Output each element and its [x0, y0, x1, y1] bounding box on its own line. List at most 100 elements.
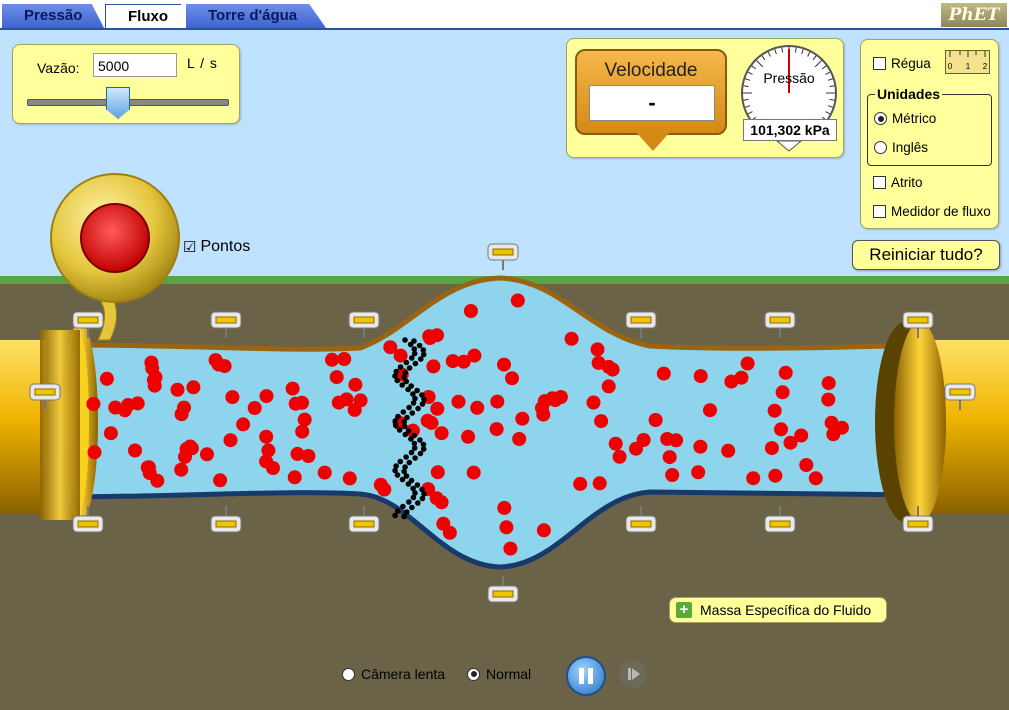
- tab-pressao[interactable]: Pressão: [2, 4, 104, 28]
- water-particle: [87, 445, 102, 460]
- water-particle: [148, 370, 163, 385]
- water-particle: [442, 525, 457, 540]
- step-button[interactable]: [619, 660, 647, 688]
- water-particle: [470, 400, 485, 415]
- dots-option[interactable]: ☑ Pontos: [183, 238, 250, 256]
- metric-label: Métrico: [892, 111, 937, 126]
- water-particle: [612, 449, 627, 464]
- tab-pressao-label: Pressão: [24, 7, 83, 24]
- tab-bar: Pressão Fluxo Torre d'água PhET: [0, 0, 1009, 30]
- flow-rate-slider-thumb[interactable]: [106, 87, 130, 119]
- pause-icon: [579, 668, 593, 684]
- left-pipe-end[interactable]: [0, 322, 98, 522]
- tracer-dot: [400, 503, 406, 510]
- tab-torre-dagua[interactable]: Torre d'água: [186, 4, 326, 28]
- water-particle: [826, 427, 841, 442]
- water-particle: [103, 426, 118, 441]
- velocity-pointer: [635, 131, 671, 151]
- water-particle: [505, 371, 519, 386]
- flux-meter-option[interactable]: Medidor de fluxo: [873, 204, 991, 219]
- water-particle: [225, 390, 240, 405]
- water-particle: [383, 340, 398, 355]
- water-particle: [183, 439, 198, 454]
- water-particle: [767, 403, 782, 418]
- water-particle: [429, 491, 444, 506]
- water-particle: [339, 392, 354, 407]
- water-particle: [662, 450, 677, 465]
- dots-checkbox[interactable]: ☑: [183, 238, 196, 256]
- options-panel: Régua 0 1 2 Unidades Métrico Inglês Atri…: [860, 39, 999, 229]
- water-particle: [503, 541, 518, 556]
- tracer-dot: [412, 360, 419, 367]
- water-particle: [740, 356, 755, 371]
- friction-label: Atrito: [891, 175, 923, 190]
- water-particle: [499, 520, 514, 535]
- tracer-dot: [412, 455, 418, 461]
- tracer-dot: [417, 437, 423, 443]
- tracer-dot: [409, 355, 415, 361]
- tracer-dot: [393, 422, 399, 429]
- flow-rate-unit: L / s: [187, 55, 218, 71]
- tracer-dot: [399, 476, 406, 483]
- water-particle: [636, 433, 651, 447]
- pressure-gauge[interactable]: Pressão 101,302 kPa: [739, 43, 839, 155]
- flux-meter-label: Medidor de fluxo: [891, 204, 991, 219]
- pause-button[interactable]: [566, 656, 606, 696]
- velocity-sensor[interactable]: Velocidade -: [575, 49, 727, 135]
- water-particle: [423, 331, 437, 345]
- water-particle: [128, 443, 142, 458]
- tab-fluxo[interactable]: Fluxo: [105, 4, 191, 28]
- water-particle: [434, 426, 449, 441]
- tracer-dot: [420, 446, 427, 452]
- tracer-dot: [405, 481, 412, 487]
- water-particle: [693, 369, 708, 384]
- flow-rate-input[interactable]: 5000: [93, 53, 177, 77]
- units-metric-option[interactable]: Métrico: [874, 111, 936, 126]
- tracer-dot: [406, 499, 412, 505]
- water-particle: [794, 428, 809, 443]
- pressure-gauge-readout: 101,302 kPa: [743, 119, 837, 141]
- water-particle: [348, 377, 363, 392]
- water-particle: [108, 400, 123, 415]
- tracer-dot: [410, 494, 417, 501]
- tracer-dot: [416, 342, 423, 349]
- slow-motion-radio[interactable]: [342, 667, 355, 681]
- water-particle: [553, 390, 568, 404]
- ruler-label: Régua: [891, 56, 931, 71]
- fluid-density-button[interactable]: + Massa Específica do Fluido: [669, 597, 887, 623]
- tracer-dot: [403, 454, 409, 460]
- water-particle: [430, 465, 445, 480]
- water-particle: [691, 465, 706, 480]
- water-particle: [665, 468, 680, 482]
- tracer-dot: [419, 401, 426, 407]
- water-particle: [489, 422, 504, 437]
- water-particle: [573, 476, 588, 491]
- friction-checkbox[interactable]: [873, 176, 886, 189]
- water-particle: [590, 342, 605, 357]
- tracer-dot: [409, 504, 415, 511]
- water-particle: [536, 407, 551, 422]
- friction-option[interactable]: Atrito: [873, 175, 923, 190]
- ruler-checkbox[interactable]: [873, 57, 886, 70]
- flux-meter-checkbox[interactable]: [873, 205, 886, 218]
- water-particle: [764, 441, 779, 456]
- english-radio[interactable]: [874, 141, 887, 154]
- units-english-option[interactable]: Inglês: [874, 140, 928, 155]
- phet-logo[interactable]: PhET: [941, 3, 1007, 27]
- water-particle: [247, 401, 262, 415]
- metric-radio[interactable]: [874, 112, 887, 125]
- water-particle: [564, 331, 579, 346]
- ruler-option[interactable]: Régua: [873, 56, 931, 71]
- water-particle: [746, 471, 761, 486]
- normal-speed-radio[interactable]: [467, 667, 481, 681]
- water-particle: [605, 362, 620, 377]
- water-particle: [536, 523, 551, 538]
- tracer-dot: [415, 405, 421, 412]
- ruler-tick-1: 1: [966, 62, 971, 71]
- water-particle: [693, 439, 708, 454]
- reset-all-button[interactable]: Reiniciar tudo?: [852, 240, 1000, 270]
- ruler-tick-2: 2: [983, 62, 988, 71]
- right-pipe-end[interactable]: [875, 322, 1009, 522]
- measurement-panel: Velocidade - Pressão 101,302 kPa: [566, 38, 844, 158]
- tracer-dot: [392, 512, 398, 519]
